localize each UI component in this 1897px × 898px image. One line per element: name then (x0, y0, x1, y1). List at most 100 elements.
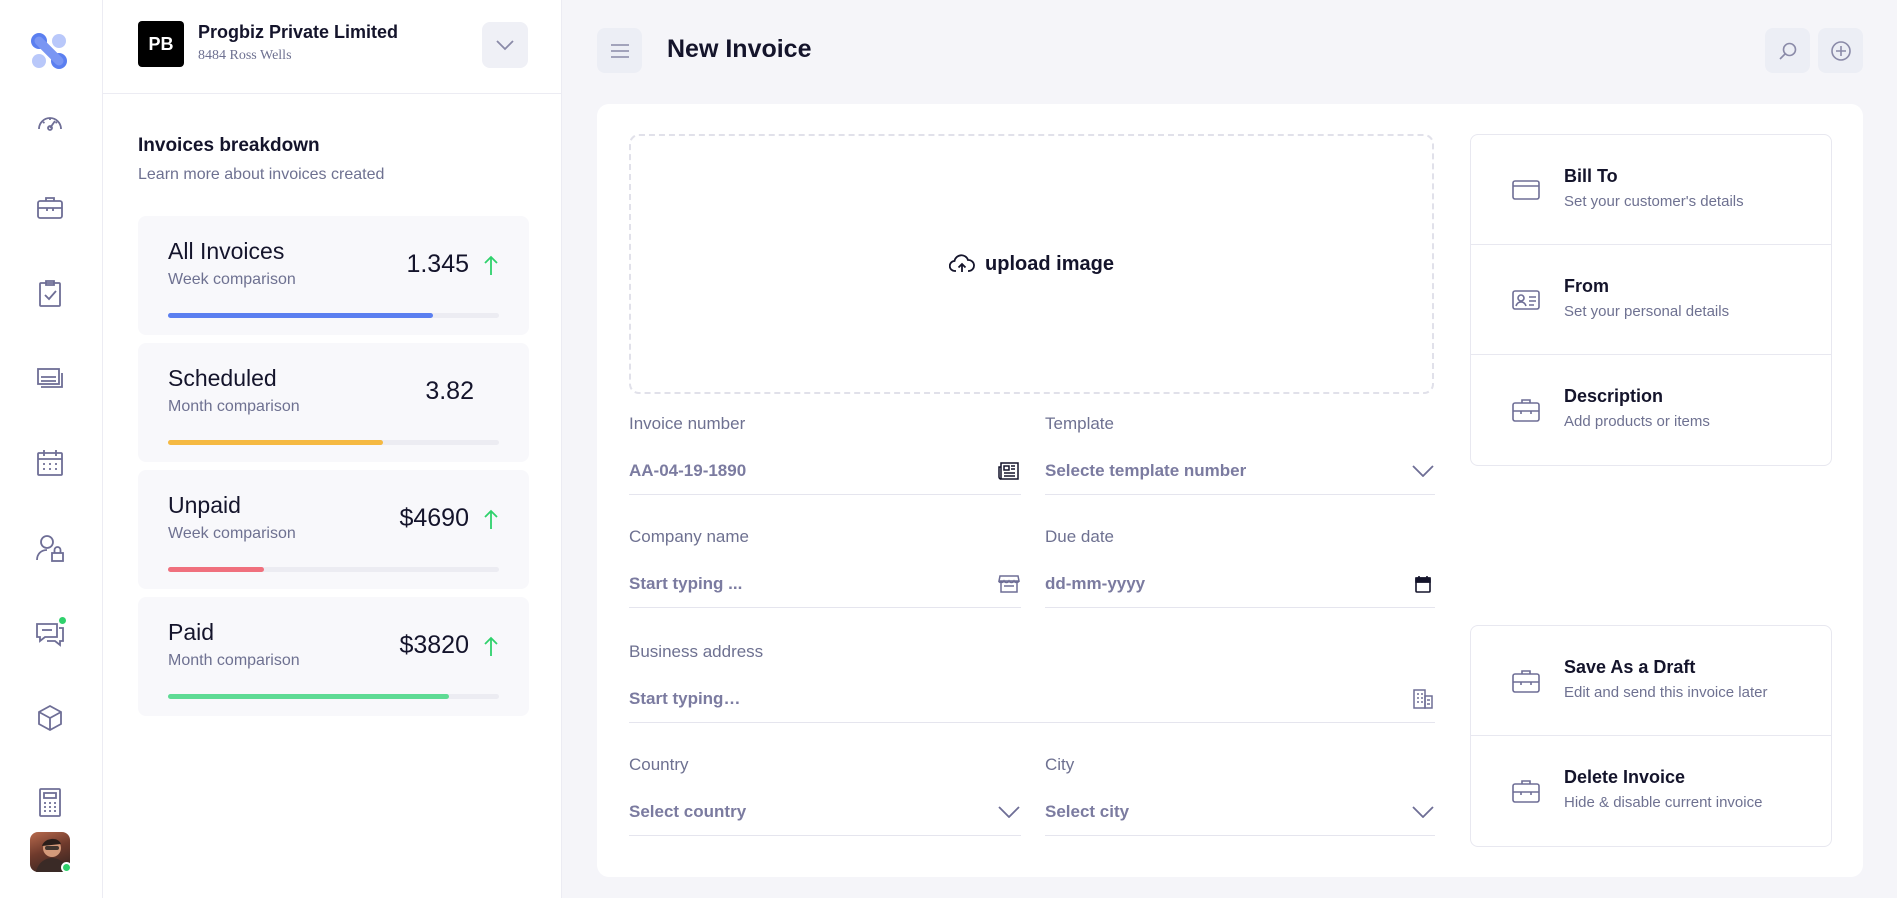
country-field: Country Select country (629, 755, 1021, 836)
invoice-sections: Bill To Set your customer's details From… (1470, 134, 1832, 466)
stat-label: Paid (168, 619, 215, 645)
user-lock-icon[interactable] (35, 533, 65, 563)
company-name-placeholder: Start typing ... (629, 574, 743, 593)
section-subtitle: Set your customer's details (1564, 193, 1744, 210)
briefcase-icon (1512, 780, 1540, 803)
section-title: Bill To (1564, 166, 1618, 186)
invoice-number-field: Invoice number AA-04-19-1890 (629, 414, 1021, 495)
template-field: Template Selecte template number (1045, 414, 1435, 495)
delete-invoice-action[interactable]: Delete Invoice Hide & disable current in… (1471, 736, 1831, 846)
search-icon (1778, 42, 1796, 60)
due-date-input[interactable]: dd-mm-yyyy (1045, 561, 1435, 608)
app-logo[interactable] (28, 30, 70, 72)
stat-card-scheduled[interactable]: Scheduled Month comparison 3.82 (138, 343, 529, 462)
progress-fill (168, 567, 264, 572)
online-status-dot (61, 862, 72, 873)
due-date-field: Due date dd-mm-yyyy (1045, 527, 1435, 608)
credit-card-icon (1512, 180, 1540, 200)
stat-card-paid[interactable]: Paid Month comparison $3820 (138, 597, 529, 716)
business-address-placeholder: Start typing… (629, 689, 741, 708)
plus-circle-icon (1830, 40, 1851, 61)
chat-notification-dot (58, 616, 67, 625)
stat-sub: Month comparison (168, 652, 300, 669)
stat-sub: Month comparison (168, 398, 300, 415)
stat-card-all-invoices[interactable]: All Invoices Week comparison 1.345 (138, 216, 529, 335)
id-card-icon (1512, 290, 1540, 310)
bill-to-section[interactable]: Bill To Set your customer's details (1471, 135, 1831, 245)
calendar-icon[interactable] (35, 448, 65, 478)
briefcase-icon (1512, 399, 1540, 422)
company-address: 8484 Ross Wells (198, 48, 292, 63)
add-button[interactable] (1818, 28, 1863, 73)
business-address-input[interactable]: Start typing… (629, 676, 1435, 723)
arrow-up-icon (484, 509, 498, 529)
hamburger-icon (610, 43, 629, 58)
stat-sub: Week comparison (168, 525, 296, 542)
country-select[interactable]: Select country (629, 789, 1021, 836)
chat-icon[interactable] (35, 616, 67, 648)
calendar-icon[interactable] (1411, 572, 1435, 596)
section-title: Description (1564, 386, 1664, 406)
upload-image-dropzone[interactable]: upload image (629, 134, 1434, 394)
chevron-down-icon (1411, 459, 1435, 483)
template-select[interactable]: Selecte template number (1045, 448, 1435, 495)
save-draft-action[interactable]: Save As a Draft Edit and send this invoi… (1471, 626, 1831, 736)
invoice-number-value: AA-04-19-1890 (629, 461, 747, 480)
invoice-number-input[interactable]: AA-04-19-1890 (629, 448, 1021, 495)
company-badge: PB (138, 21, 184, 67)
country-placeholder: Select country (629, 802, 747, 821)
chevron-down-icon (496, 40, 514, 51)
stat-label: All Invoices (168, 238, 285, 264)
company-name-input[interactable]: Start typing ... (629, 561, 1021, 608)
clipboard-check-icon[interactable] (35, 278, 65, 308)
from-section[interactable]: From Set your personal details (1471, 245, 1831, 355)
arrow-up-icon (484, 636, 498, 656)
dashboard-icon[interactable] (35, 108, 65, 138)
action-subtitle: Hide & disable current invoice (1564, 794, 1763, 811)
gallery-icon[interactable] (35, 363, 65, 393)
company-name: Progbiz Private Limited (198, 22, 399, 42)
field-label: Business address (629, 642, 764, 661)
breakdown-title: Invoices breakdown (138, 135, 320, 156)
progress-track (168, 440, 499, 445)
calculator-icon[interactable] (35, 787, 65, 817)
company-name-field: Company name Start typing ... (629, 527, 1021, 608)
field-label: Company name (629, 527, 750, 546)
stat-value: 3.82 (425, 377, 474, 405)
progress-fill (168, 313, 433, 318)
company-dropdown-button[interactable] (482, 22, 528, 68)
progress-fill (168, 694, 450, 699)
field-label: Country (629, 755, 689, 774)
city-field: City Select city (1045, 755, 1435, 836)
briefcase-icon[interactable] (35, 193, 65, 223)
section-subtitle: Set your personal details (1564, 303, 1730, 320)
chevron-down-icon (1411, 800, 1435, 824)
city-select[interactable]: Select city (1045, 789, 1435, 836)
description-section[interactable]: Description Add products or items (1471, 355, 1831, 465)
action-title: Save As a Draft (1564, 657, 1696, 677)
briefcase-icon (1512, 670, 1540, 693)
building-icon (1411, 687, 1435, 711)
field-label: City (1045, 755, 1075, 774)
action-title: Delete Invoice (1564, 767, 1686, 787)
search-button[interactable] (1765, 28, 1810, 73)
stat-sub: Week comparison (168, 271, 296, 288)
breakdown-subtitle: Learn more about invoices created (138, 166, 385, 183)
due-date-placeholder: dd-mm-yyyy (1045, 574, 1146, 593)
stat-card-unpaid[interactable]: Unpaid Week comparison $4690 (138, 470, 529, 589)
company-switcher: PB Progbiz Private Limited 8484 Ross Wel… (103, 0, 562, 94)
progress-track (168, 694, 499, 699)
stat-label: Scheduled (168, 365, 277, 391)
menu-button[interactable] (597, 28, 642, 73)
section-title: From (1564, 276, 1609, 296)
progress-fill (168, 440, 384, 445)
box-icon[interactable] (35, 703, 65, 733)
field-label: Invoice number (629, 414, 746, 433)
invoice-actions: Save As a Draft Edit and send this invoi… (1470, 625, 1832, 847)
stat-value: $4690 (399, 504, 469, 532)
stat-label: Unpaid (168, 492, 241, 518)
invoice-form-card: upload image Invoice number AA-04-19-189… (597, 104, 1863, 877)
field-label: Template (1045, 414, 1114, 433)
field-label: Due date (1045, 527, 1114, 546)
page-title: New Invoice (667, 35, 812, 63)
